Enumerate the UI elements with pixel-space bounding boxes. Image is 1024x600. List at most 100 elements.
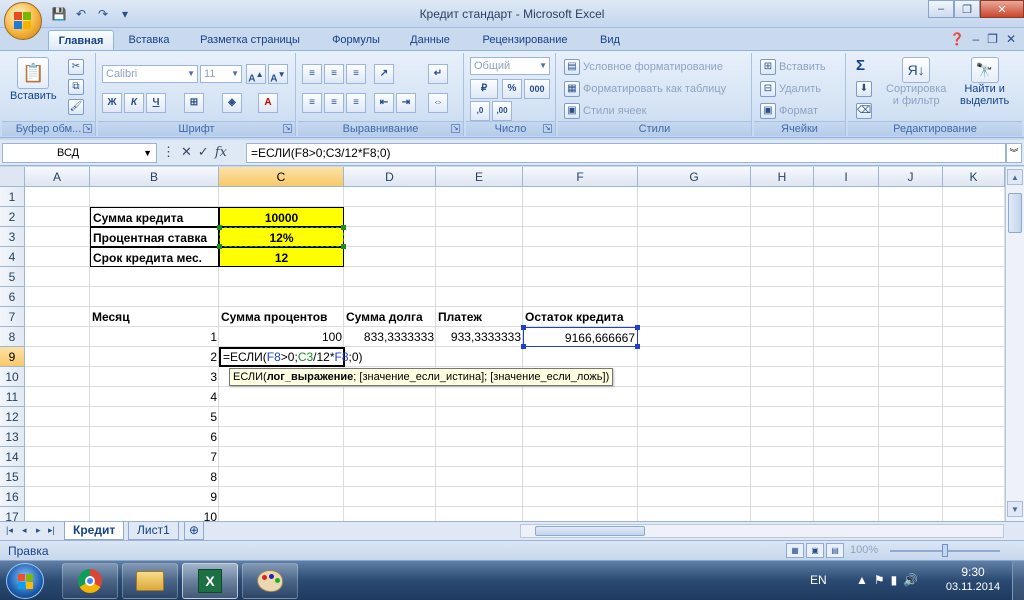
tab-data[interactable]: Данные [398, 30, 462, 50]
tab-insert[interactable]: Вставка [120, 30, 178, 50]
column-header-j[interactable]: J [879, 167, 943, 187]
align-bottom-button[interactable]: ≡ [346, 64, 366, 84]
clear-button[interactable]: ⌫ [856, 103, 872, 119]
row-header-5[interactable]: 5 [0, 267, 25, 287]
grow-font-button[interactable]: A▲ [246, 64, 266, 84]
copy-button[interactable]: ⧉ [68, 79, 84, 95]
formula-input[interactable]: =ЕСЛИ(F8>0;C3/12*F8;0) [246, 143, 1006, 163]
row-header-8[interactable]: 8 [0, 327, 25, 347]
tab-review[interactable]: Рецензирование [470, 30, 580, 50]
column-header-g[interactable]: G [638, 167, 751, 187]
cell-b10[interactable]: 3 [90, 367, 219, 387]
tooltip-func[interactable]: ЕСЛИ( [233, 371, 267, 383]
decrease-indent-button[interactable]: ⇤ [374, 93, 394, 113]
increase-indent-button[interactable]: ⇥ [396, 93, 416, 113]
worksheet-grid[interactable]: ABCDEFGHIJK 1 2 3 4 5 6 7 8 9 10 11 12 13 14 15 16 17 Су… [0, 167, 1005, 521]
row-header-17[interactable]: 17 [0, 507, 25, 521]
row-header-15[interactable]: 15 [0, 467, 25, 487]
page-break-view-icon[interactable]: ▤ [826, 543, 844, 558]
horizontal-scrollbar[interactable] [520, 524, 1004, 538]
taskbar-paint[interactable] [242, 563, 298, 599]
cell-c7[interactable]: Сумма процентов [219, 307, 344, 327]
minimize-button[interactable]: – [928, 0, 954, 18]
column-header-d[interactable]: D [344, 167, 436, 187]
column-header-h[interactable]: H [751, 167, 814, 187]
sort-filter-button[interactable]: Я↓ Сортировка и фильтр [886, 57, 946, 107]
align-middle-button[interactable]: ≡ [324, 64, 344, 84]
column-header-b[interactable]: B [90, 167, 219, 187]
alignment-launcher-icon[interactable]: ↘ [451, 124, 460, 133]
taskbar-explorer[interactable] [122, 563, 178, 599]
row-header-1[interactable]: 1 [0, 187, 25, 207]
office-button[interactable] [4, 2, 42, 40]
shrink-font-button[interactable]: A▼ [268, 64, 288, 84]
thousands-button[interactable]: 000 [524, 79, 550, 99]
format-painter-button[interactable]: 🖌 [68, 99, 84, 115]
row-header-14[interactable]: 14 [0, 447, 25, 467]
cell-f8[interactable]: 9166,666667 [523, 327, 638, 347]
cell-b4[interactable]: Срок кредита мес. [90, 247, 219, 267]
cell-b12[interactable]: 5 [90, 407, 219, 427]
insert-cells-button[interactable]: ⊞ Вставить [760, 59, 826, 75]
restore-button[interactable]: ❐ [954, 0, 980, 18]
range-reference-handle[interactable] [521, 344, 526, 349]
ribbon-close-icon[interactable]: ✕ [1006, 32, 1016, 46]
ribbon-minimize-icon[interactable]: – [972, 32, 979, 46]
cell-e7[interactable]: Платеж [436, 307, 523, 327]
row-header-11[interactable]: 11 [0, 387, 25, 407]
cell-b17[interactable]: 10 [90, 507, 219, 521]
cell-b8[interactable]: 1 [90, 327, 219, 347]
cell-b9[interactable]: 2 [90, 347, 219, 367]
cancel-icon[interactable]: ✕ [181, 144, 192, 160]
column-header-e[interactable]: E [436, 167, 523, 187]
cell-styles-button[interactable]: ▣ Стили ячеек [564, 103, 646, 119]
tab-home[interactable]: Главная [48, 30, 114, 50]
row-header-13[interactable]: 13 [0, 427, 25, 447]
first-sheet-icon[interactable]: |◂ [6, 525, 13, 536]
scroll-thumb[interactable] [1008, 193, 1022, 233]
bold-button[interactable]: Ж [102, 93, 122, 113]
row-header-4[interactable]: 4 [0, 247, 25, 267]
number-launcher-icon[interactable]: ↘ [543, 124, 552, 133]
tab-page-layout[interactable]: Разметка страницы [186, 30, 314, 50]
select-all-corner[interactable] [0, 167, 25, 187]
cell-b15[interactable]: 8 [90, 467, 219, 487]
row-header-3[interactable]: 3 [0, 227, 25, 247]
align-center-button[interactable]: ≡ [324, 93, 344, 113]
underline-button[interactable]: Ч [146, 93, 166, 113]
cell-b14[interactable]: 7 [90, 447, 219, 467]
expand-formula-bar-icon[interactable]: ︾ [1006, 143, 1022, 163]
increase-decimal-button[interactable]: ,0 [470, 101, 490, 121]
font-launcher-icon[interactable]: ↘ [283, 124, 292, 133]
find-select-button[interactable]: 🔭 Найти и выделить [960, 57, 1009, 107]
cell-b11[interactable]: 4 [90, 387, 219, 407]
italic-button[interactable]: К [124, 93, 144, 113]
chevron-down-icon[interactable]: ▼ [143, 144, 152, 162]
range-reference-handle[interactable] [635, 344, 640, 349]
cut-button[interactable]: ✂ [68, 59, 84, 75]
borders-button[interactable]: ⊞ [184, 93, 204, 113]
cell-c4[interactable]: 12 [219, 247, 344, 267]
zoom-slider-thumb[interactable] [942, 544, 948, 557]
cell-b7[interactable]: Месяц [90, 307, 219, 327]
prev-sheet-icon[interactable]: ◂ [22, 525, 27, 536]
orientation-button[interactable]: ↗ [374, 64, 394, 84]
font-color-button[interactable]: A [258, 93, 278, 113]
normal-view-icon[interactable]: ▦ [786, 543, 804, 558]
show-desktop-button[interactable] [1012, 561, 1024, 600]
align-left-button[interactable]: ≡ [302, 93, 322, 113]
cell-b2[interactable]: Сумма кредита [90, 207, 219, 227]
cell-d7[interactable]: Сумма долга [344, 307, 436, 327]
row-header-7[interactable]: 7 [0, 307, 25, 327]
font-size-combo[interactable]: 11 ▼ [200, 65, 242, 83]
row-header-2[interactable]: 2 [0, 207, 25, 227]
network-icon[interactable]: ▮ [891, 573, 898, 587]
ribbon-restore-icon[interactable]: ❐ [987, 32, 998, 46]
cell-b13[interactable]: 6 [90, 427, 219, 447]
taskbar-excel[interactable]: X [182, 563, 238, 599]
column-header-i[interactable]: I [814, 167, 879, 187]
cell-f7[interactable]: Остаток кредита [523, 307, 638, 327]
clock[interactable]: 9:30 03.11.2014 [938, 565, 1008, 593]
conditional-formatting-button[interactable]: ▤ Условное форматирование [564, 59, 723, 75]
sheet-tab-list1[interactable]: Лист1 [128, 522, 179, 540]
